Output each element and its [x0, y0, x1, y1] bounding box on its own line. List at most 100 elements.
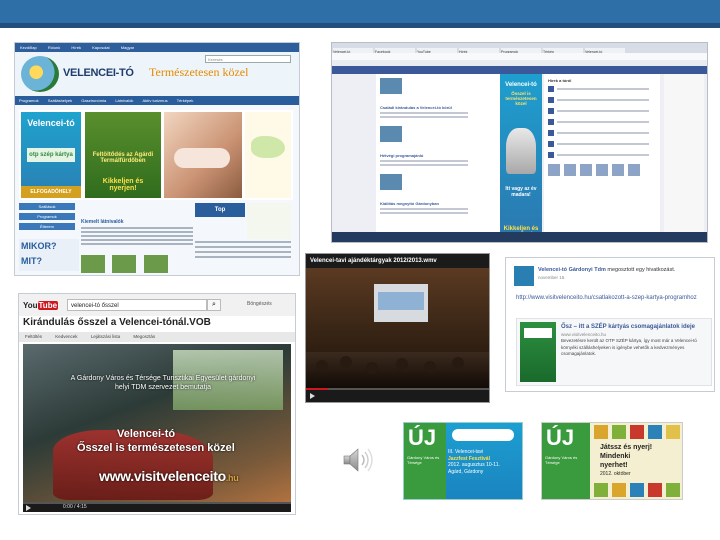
side-button[interactable]: Étterem: [19, 223, 75, 230]
velencei-promo-tile[interactable]: Velencei-tó otp szép kártya ELFOGADÓHELY: [21, 112, 81, 198]
menu-item[interactable]: Szálláshelyek: [48, 98, 72, 103]
feed-post[interactable]: Hétvégi programajánló: [380, 126, 496, 166]
nav-item[interactable]: Kezdőlap: [20, 45, 37, 50]
page-icon: [548, 108, 554, 114]
nav-item[interactable]: Kapcsolat: [92, 45, 110, 50]
website-search-input[interactable]: Keresés: [205, 55, 291, 63]
fan-faces: [544, 163, 660, 181]
right-list-item[interactable]: [548, 130, 656, 138]
thumbnail-image[interactable]: [81, 255, 105, 273]
right-list-item[interactable]: [548, 119, 656, 127]
youtube-logo[interactable]: YouTube: [23, 299, 59, 312]
uj-ad-line: Agárd, Gárdony: [448, 468, 484, 475]
youtube-logo-tube: Tube: [37, 301, 59, 310]
youtube-search-input[interactable]: velencei-tó ősszel: [67, 299, 207, 311]
right-list-item[interactable]: [548, 86, 656, 94]
text-line: [195, 251, 291, 253]
top-ad-tile[interactable]: Top: [195, 203, 245, 217]
uj-game-ad[interactable]: ÚJ Gárdony Város és Térsége Játssz és ny…: [541, 422, 683, 500]
text-line: [380, 164, 468, 166]
link-preview-card[interactable]: Ősz – itt a SZÉP kártyás csomagajánlatok…: [516, 318, 712, 386]
side-button[interactable]: Programok: [19, 213, 75, 220]
menu-item[interactable]: Látnivalók: [115, 98, 133, 103]
avatar[interactable]: [564, 164, 576, 176]
search-icon[interactable]: ⌕: [207, 299, 221, 311]
audience-head: [424, 361, 436, 373]
feed-post[interactable]: Családi kirándulás a Velencei-tó körül: [380, 78, 496, 118]
ad-heron-text: Itt vagy az év madara!: [505, 186, 537, 198]
video-title: Kirándulás ősszel a Velencei-tónál.VOB: [23, 317, 211, 328]
menu-item[interactable]: Térképek: [177, 98, 194, 103]
page-avatar[interactable]: [514, 266, 534, 286]
facebook-side-ad[interactable]: Velencei-tó Ősszel is természetesen köze…: [500, 74, 542, 242]
uj-jazzfest-ad[interactable]: ÚJ Gárdony Város és Térsége III. Velence…: [403, 422, 523, 500]
right-list-item[interactable]: [548, 141, 656, 149]
facebook-right-column: Hírek a tóról: [544, 74, 660, 234]
video-overlay-line1: Velencei-tó: [117, 428, 176, 440]
audience-head: [316, 360, 328, 372]
agardi-promo-tile[interactable]: Feltöltődés az Agárdi Termálfürdőben Kik…: [85, 112, 161, 198]
play-icon[interactable]: [310, 393, 315, 399]
side-ad-tile[interactable]: [247, 203, 291, 239]
region-map-tile[interactable]: [245, 112, 291, 198]
video-player[interactable]: A Gárdony Város és Térsége Turisztikai E…: [23, 344, 291, 502]
avatar[interactable]: [548, 164, 560, 176]
post-title: Kiállítás megnyitó Gárdonyban: [380, 201, 439, 206]
website-side-buttons: Szállások Programok Étterem: [19, 203, 75, 233]
post-link[interactable]: http://www.visitvelenceito.hu/csatlakozo…: [516, 294, 710, 303]
video-tab[interactable]: Feltöltés: [25, 334, 42, 339]
uj-game-line: Mindenki: [600, 453, 631, 460]
browser-address-bar[interactable]: [332, 53, 707, 60]
right-list-item[interactable]: [548, 108, 656, 116]
nav-item[interactable]: Rólunk: [48, 45, 60, 50]
mikor-mit-box[interactable]: MIKOR? MIT?: [19, 239, 79, 271]
embed-video-controls: [306, 388, 489, 402]
elfogadohely-label: ELFOGADÓHELY: [21, 186, 81, 198]
avatar[interactable]: [628, 164, 640, 176]
feed-post[interactable]: Kiállítás megnyitó Gárdonyban: [380, 174, 496, 214]
video-controls: 0:00 / 4:15: [23, 502, 291, 512]
ad-title: Velencei-tó: [505, 82, 537, 88]
avatar[interactable]: [596, 164, 608, 176]
right-list-item[interactable]: [548, 97, 656, 105]
text-line: [557, 132, 649, 134]
nav-item[interactable]: Hírek: [71, 45, 81, 50]
page-icon: [548, 97, 554, 103]
game-tile: [666, 483, 680, 497]
audience-head: [366, 362, 378, 374]
audience-head: [452, 357, 464, 369]
embed-video-frame[interactable]: [306, 268, 489, 388]
browse-link[interactable]: Böngészés: [247, 301, 272, 307]
embed-progress-bar[interactable]: [306, 388, 489, 390]
post-image: [380, 174, 402, 190]
avatar[interactable]: [580, 164, 592, 176]
uj-title: ÚJ: [408, 425, 437, 450]
menu-item[interactable]: Aktív turizmus: [142, 98, 167, 103]
video-tab[interactable]: Lejátszási lista: [91, 334, 120, 339]
side-button[interactable]: Szállások: [19, 203, 75, 210]
website-top-nav: Kezdőlap Rólunk Hírek Kapcsolat Magyar: [15, 43, 299, 52]
youtube-screenshot: YouTube velencei-tó ősszel ⌕ Böngészés K…: [18, 293, 296, 515]
browser-tab-strip: Velencei-tó Facebook YouTube Hírek Programok…: [332, 43, 707, 56]
embed-video-title[interactable]: Velencei-tavi ajándéktárgyak 2012/2013.w…: [306, 254, 489, 268]
text-line: [195, 246, 291, 248]
menu-item[interactable]: Gasztronómia: [81, 98, 106, 103]
link-preview-thumbnail: [520, 322, 556, 382]
region-map-icon: [251, 136, 285, 158]
menu-item[interactable]: Programok: [19, 98, 39, 103]
website-header: VELENCEI-TÓ Természetesen közel Keresés: [15, 52, 299, 96]
text-line: [557, 121, 649, 123]
play-icon[interactable]: [26, 505, 31, 511]
thumbnail-image[interactable]: [112, 255, 137, 273]
speaker-icon[interactable]: [340, 445, 380, 475]
post-date[interactable]: november 15.: [538, 275, 566, 280]
video-tab[interactable]: Kedvencek: [55, 334, 77, 339]
post-author[interactable]: Velencei-tó Gárdonyi Tdm: [538, 267, 606, 273]
video-tab[interactable]: Megosztás: [133, 334, 155, 339]
thumbnail-image[interactable]: [143, 255, 168, 273]
avatar[interactable]: [612, 164, 624, 176]
news-title[interactable]: Kiemelt látnivalók: [81, 219, 193, 225]
right-list-item[interactable]: [548, 152, 656, 160]
nav-item[interactable]: Magyar: [121, 45, 134, 50]
website-thumbnails: [81, 255, 191, 273]
